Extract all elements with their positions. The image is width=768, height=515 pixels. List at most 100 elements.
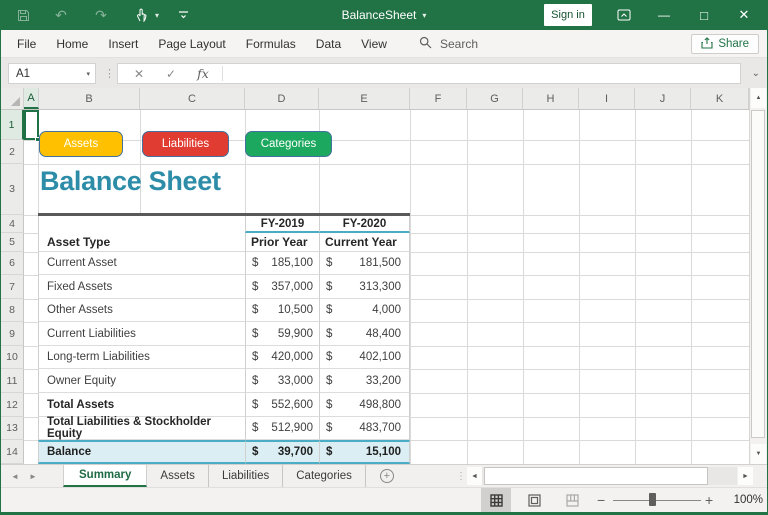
row-header-5[interactable]: 5 [1,233,24,252]
tab-home[interactable]: Home [46,30,98,58]
customize-qat-icon[interactable] [173,0,193,30]
row-header-2[interactable]: 2 [1,140,24,164]
column-header-g[interactable]: G [467,88,523,109]
row-header-10[interactable]: 10 [1,346,24,369]
vertical-scrollbar-thumb[interactable] [751,110,765,438]
tab-data[interactable]: Data [306,30,351,58]
sheet-nav-left-icon[interactable]: ◄ [7,465,23,487]
row-header-4[interactable]: 4 [1,215,24,233]
normal-view-icon[interactable] [481,488,511,512]
table-row[interactable]: Long-term Liabilities $420,000 $402,100 [38,346,410,369]
table-row[interactable]: Current Liabilities $59,900 $48,400 [38,322,410,346]
cancel-icon[interactable]: ✕ [128,64,150,83]
table-header-row[interactable]: Asset Type Prior Year Current Year [38,233,410,252]
row-header-8[interactable]: 8 [1,299,24,322]
save-icon[interactable] [13,0,33,30]
row-header-11[interactable]: 11 [1,369,24,393]
hscroll-left-icon[interactable]: ◄ [467,467,482,485]
document-title[interactable]: BalanceSheet ▾ [342,0,427,30]
assets-shape-button[interactable]: Assets [39,131,123,157]
maximize-button[interactable]: □ [694,0,714,30]
table-row[interactable]: Owner Equity $33,000 $33,200 [38,369,410,393]
redo-icon[interactable]: ↷ [91,0,111,30]
table-row-balance[interactable]: Balance $39,700 $15,100 [38,440,410,464]
cell-asset-type[interactable]: Asset Type [38,233,245,252]
column-header-f[interactable]: F [410,88,467,109]
tab-view[interactable]: View [351,30,397,58]
table-row[interactable]: Current Asset $185,100 $181,500 [38,252,410,275]
column-header-d[interactable]: D [245,88,319,109]
formula-input[interactable] [224,64,738,83]
row-header-13[interactable]: 13 [1,417,24,440]
search-box[interactable]: Search [419,30,478,58]
tab-insert[interactable]: Insert [98,30,148,58]
tab-file[interactable]: File [7,30,46,58]
name-box-caret-icon[interactable]: ▾ [86,70,90,78]
table-row[interactable]: Other Assets $10,500 $4,000 [38,299,410,322]
tab-scrollbar-divider[interactable]: ⋮ [456,465,466,487]
ribbon-display-options-icon[interactable] [614,0,634,30]
row-header-14[interactable]: 14 [1,440,24,464]
horizontal-scrollbar-thumb[interactable] [484,467,708,485]
column-header-i[interactable]: I [579,88,635,109]
formula-bar-expand-icon[interactable]: ⌄ [752,63,760,84]
row-header-9[interactable]: 9 [1,322,24,346]
worksheet-grid[interactable]: 1 2 3 4 5 6 7 8 9 10 11 12 13 14 [1,110,749,464]
page-break-view-icon[interactable] [557,488,587,512]
row-header-1[interactable]: 1 [1,110,24,140]
cell-fy2019[interactable]: FY-2019 [245,216,319,233]
row-header-7[interactable]: 7 [1,275,24,299]
name-box-input[interactable] [9,68,69,80]
tab-formulas[interactable]: Formulas [236,30,306,58]
column-header-e[interactable]: E [319,88,410,109]
sheet-tab-categories[interactable]: Categories [283,465,366,487]
column-header-k[interactable]: K [691,88,749,109]
close-button[interactable]: ✕ [734,0,754,30]
cell-current-year[interactable]: Current Year [319,233,410,252]
liabilities-shape-button[interactable]: Liabilities [142,131,229,157]
column-header-h[interactable]: H [523,88,579,109]
zoom-slider-track[interactable] [613,500,701,501]
zoom-level[interactable]: 100% [721,488,763,512]
zoom-out-button[interactable]: − [597,488,605,512]
row-header-12[interactable]: 12 [1,393,24,417]
insert-function-icon[interactable]: fx [192,64,214,83]
scroll-up-icon[interactable]: ▲ [751,88,766,108]
tab-page-layout[interactable]: Page Layout [148,30,235,58]
sheet-tab-assets[interactable]: Assets [147,465,209,487]
scroll-down-icon[interactable]: ▼ [751,444,766,464]
column-header-j[interactable]: J [635,88,691,109]
column-header-a[interactable]: A [24,88,39,109]
new-sheet-button[interactable]: + [380,469,394,483]
enter-icon[interactable]: ✓ [160,64,182,83]
table-row[interactable]: Fixed Assets $357,000 $313,300 [38,275,410,299]
column-header-c[interactable]: C [140,88,245,109]
cell-prior-year[interactable]: Prior Year [245,233,319,252]
column-header-b[interactable]: B [39,88,140,109]
cell-fy2020[interactable]: FY-2020 [319,216,410,233]
sheet-tab-summary[interactable]: Summary [63,465,147,487]
touch-mode-caret-icon[interactable]: ▾ [147,0,167,30]
cell-empty[interactable] [38,216,245,233]
sign-in-button[interactable]: Sign in [544,4,592,26]
categories-shape-button[interactable]: Categories [245,131,332,157]
currency-symbol: $ [252,399,258,411]
zoom-in-button[interactable]: + [705,488,713,512]
hscroll-right-icon[interactable]: ► [738,467,753,485]
share-button[interactable]: Share [691,34,759,54]
minimize-button[interactable]: — [654,0,674,30]
page-layout-view-icon[interactable] [519,488,549,512]
horizontal-scrollbar[interactable] [482,467,737,485]
table-year-row[interactable]: FY-2019 FY-2020 [38,216,410,233]
undo-icon[interactable]: ↶ [51,0,71,30]
select-all-button[interactable] [1,88,24,109]
zoom-slider-thumb[interactable] [649,493,656,506]
row-header-6[interactable]: 6 [1,252,24,275]
sheet-nav-right-icon[interactable]: ► [25,465,41,487]
sheet-tab-liabilities[interactable]: Liabilities [209,465,283,487]
table-row-total-liabilities[interactable]: Total Liabilities & Stockholder Equity $… [38,417,410,440]
row-header-3[interactable]: 3 [1,164,24,215]
name-box[interactable]: ▾ [8,63,96,84]
vertical-scrollbar[interactable]: ▲ ▼ [749,88,767,464]
table-row-total-assets[interactable]: Total Assets $552,600 $498,800 [38,393,410,417]
